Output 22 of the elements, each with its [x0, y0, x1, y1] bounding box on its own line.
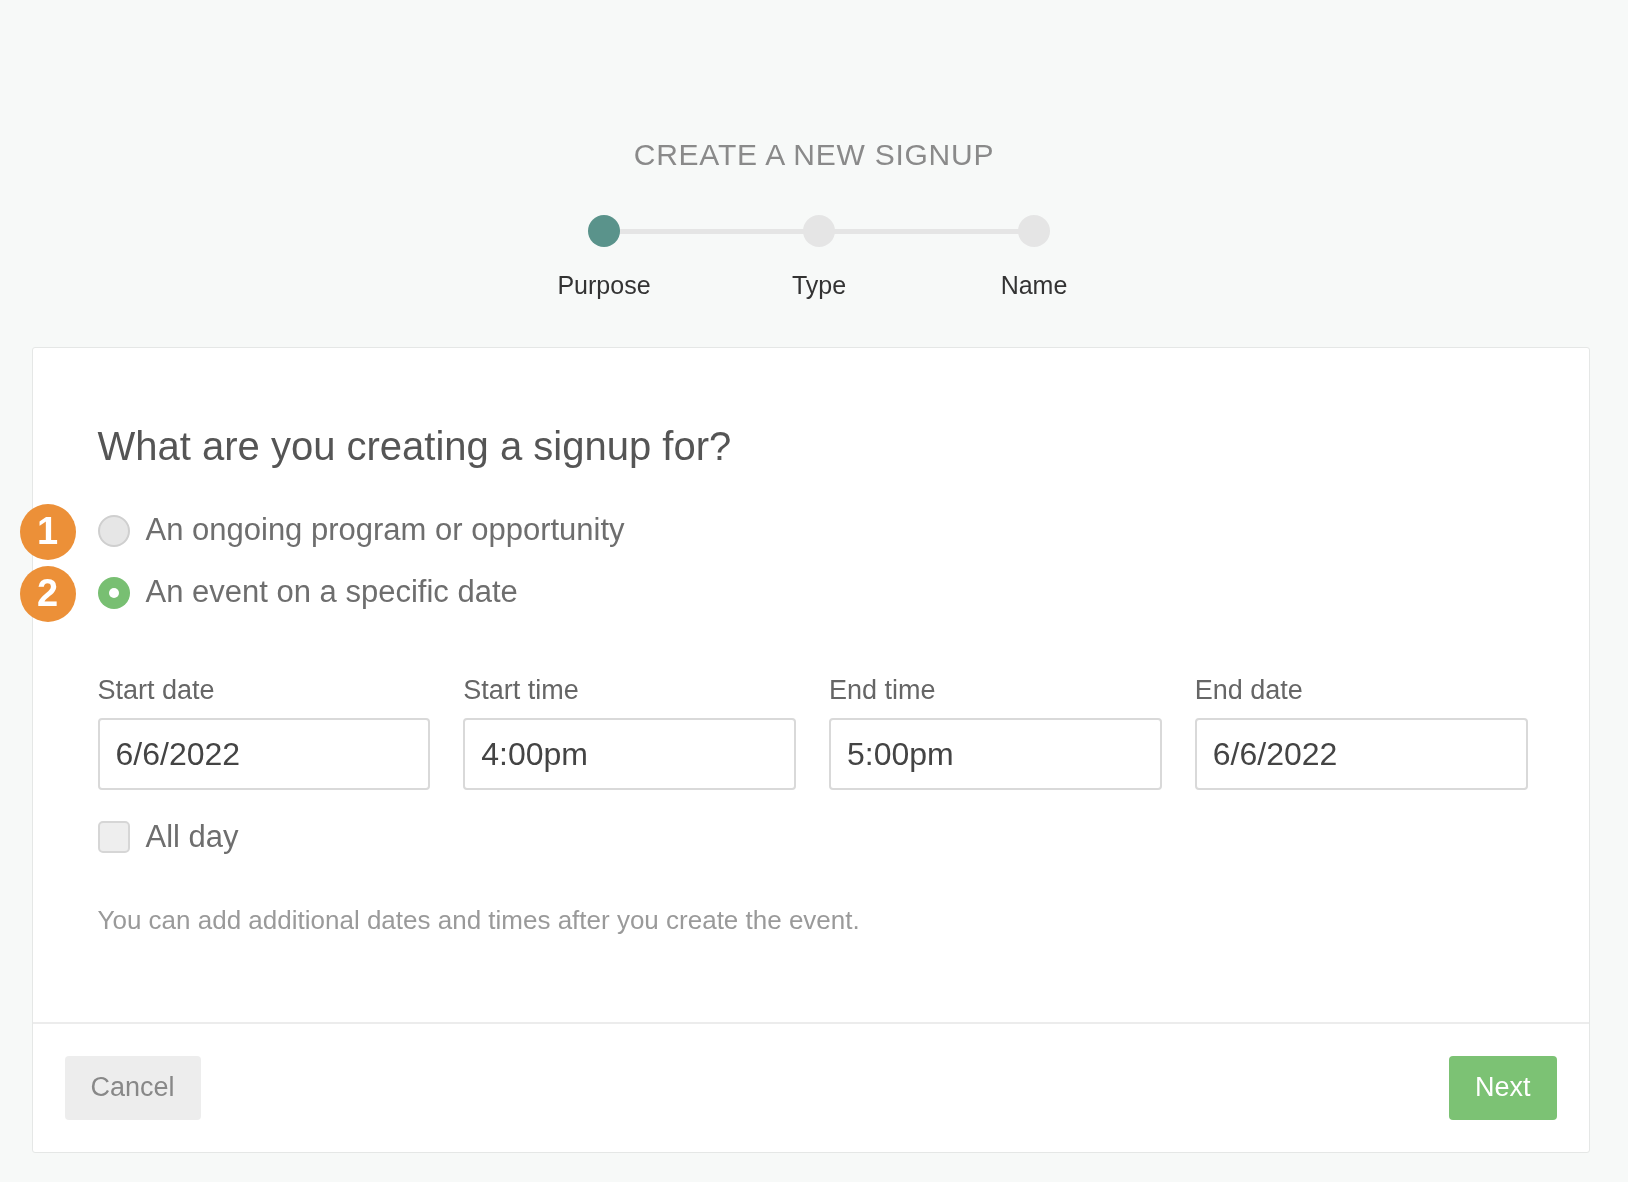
input-field[interactable]: 6/6/2022 — [97, 718, 431, 790]
option-label: An event on a specific date — [145, 573, 518, 612]
step-label: Type — [791, 270, 847, 301]
input-field[interactable]: 5:00pm — [829, 718, 1162, 790]
hint-text: You can add additional dates and times after you create the event. — [97, 903, 861, 937]
annotation-badge: 2 — [19, 565, 76, 622]
page-title: CREATE A NEW SIGNUP — [633, 137, 995, 173]
field-label: Start date — [97, 673, 216, 707]
input-field[interactable]: 4:00pm — [463, 718, 796, 790]
field-label: End date — [1194, 673, 1304, 707]
step-label: Name — [1000, 270, 1068, 301]
checkbox-label: All day — [145, 818, 239, 856]
field-label: End time — [829, 673, 937, 707]
radio-button[interactable] — [97, 514, 130, 547]
step-label: Purpose — [557, 270, 651, 301]
question-heading: What are you creating a signup for? — [97, 422, 733, 470]
option-label: An ongoing program or opportunity — [145, 511, 625, 550]
input-field[interactable]: 6/6/2022 — [1194, 718, 1528, 790]
radio-button[interactable] — [97, 576, 130, 609]
annotation-badge: 1 — [19, 503, 76, 560]
field-label: Start time — [463, 673, 580, 707]
checkbox[interactable] — [97, 821, 130, 854]
